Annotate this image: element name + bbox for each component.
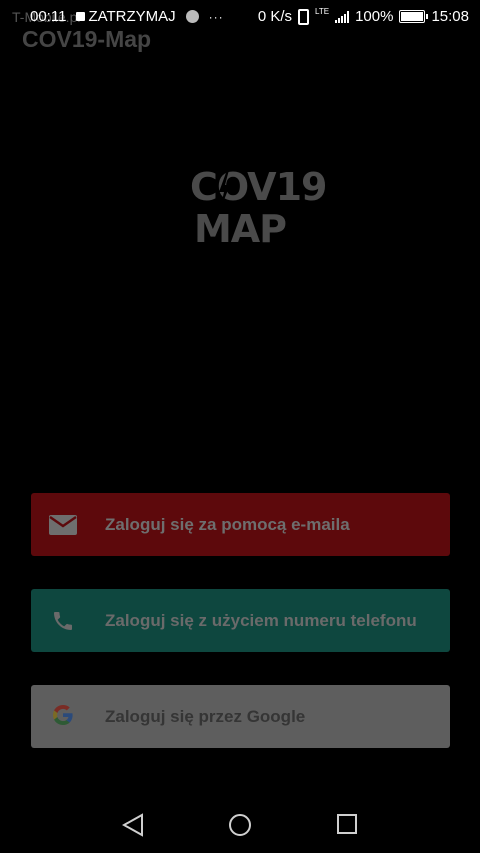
lightning-bolt-icon (219, 170, 230, 210)
more-notifications-icon: ··· (208, 9, 224, 24)
clock: 15:08 (431, 8, 469, 25)
stop-recording-button[interactable]: ZATRZYMAJ (76, 8, 176, 25)
home-circle-icon[interactable] (228, 813, 252, 837)
vibrate-icon (298, 8, 309, 25)
login-email-label: Zaloguj się za pomocą e-maila (105, 515, 350, 534)
signal-icon (335, 10, 350, 23)
stop-icon (76, 12, 86, 21)
app-title: COV19-Map (22, 26, 152, 52)
notification-icon (185, 10, 199, 23)
login-phone-label: Zaloguj się z użyciem numeru telefonu (105, 611, 417, 630)
envelope-icon (49, 515, 77, 535)
login-phone-button[interactable]: Zaloguj się z użyciem numeru telefonu (31, 589, 450, 652)
recents-square-icon[interactable] (336, 813, 358, 835)
login-google-button[interactable]: Zaloguj się przez Google (31, 685, 450, 748)
screen: T-Mobile.pl 00:11 ZATRZYMAJ ··· 0 K/s LT… (0, 0, 480, 853)
app-logo: COV19 MAP (190, 165, 327, 251)
logo-line2: MAP (193, 207, 287, 251)
login-email-button[interactable]: Zaloguj się za pomocą e-maila (31, 493, 450, 556)
status-left: 00:11 ZATRZYMAJ ··· (30, 8, 224, 25)
battery-icon (399, 10, 429, 23)
phone-icon (54, 612, 72, 630)
battery-percent: 100% (355, 8, 394, 25)
logo-line1: COV19 (190, 165, 327, 209)
google-g-icon (53, 705, 73, 725)
data-speed: 0 K/s (257, 8, 292, 25)
screen-record-timer: 00:11 (30, 8, 67, 25)
back-triangle-icon[interactable] (122, 813, 144, 837)
navigation-bar (0, 793, 480, 853)
network-type: LTE (315, 7, 330, 16)
stop-recording-label: ZATRZYMAJ (88, 8, 176, 25)
login-google-label: Zaloguj się przez Google (105, 707, 306, 726)
status-right: 0 K/s LTE 100% 15:08 (257, 7, 469, 26)
